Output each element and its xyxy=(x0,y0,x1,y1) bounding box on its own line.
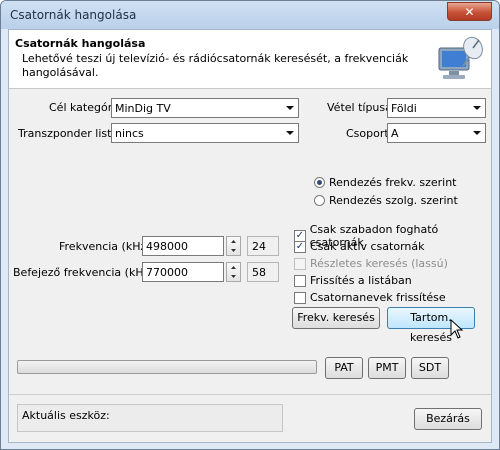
end-frequency-label: Befejező frekvencia (kHz) xyxy=(13,266,154,279)
scan-progress-bar xyxy=(17,360,317,374)
radio-indicator xyxy=(314,177,325,188)
transponder-select[interactable]: nincs xyxy=(111,123,299,143)
transponder-value: nincs xyxy=(115,127,144,140)
frequency-input[interactable]: 498000 xyxy=(142,236,224,256)
title-bar[interactable]: Csatornák hangolása ✕ xyxy=(1,1,499,29)
chevron-down-icon xyxy=(286,131,294,135)
end-frequency-input[interactable]: 770000 xyxy=(142,262,224,282)
group-select[interactable]: A xyxy=(387,123,486,143)
arrow-up-icon[interactable] xyxy=(227,263,240,272)
refresh-in-list-label: Frissítés a listában xyxy=(310,274,412,287)
sort-by-frequency-radio[interactable]: Rendezés frekv. szerint xyxy=(314,176,456,189)
frequency-label: Frekvencia (kHz) xyxy=(59,240,151,253)
group-value: A xyxy=(391,127,399,140)
frequency-stepper[interactable] xyxy=(226,236,241,256)
end-frequency-channel: 58 xyxy=(252,266,266,279)
active-channels-only-checkbox[interactable]: ✓ Csak aktív csatornák xyxy=(294,240,424,253)
sdt-button[interactable]: SDT xyxy=(411,357,449,379)
radio-indicator xyxy=(314,195,325,206)
reception-type-label: Vétel típusa xyxy=(327,101,392,114)
target-category-select[interactable]: MinDig TV xyxy=(111,98,299,118)
divider xyxy=(9,394,491,395)
sort-by-service-label: Rendezés szolg. szerint xyxy=(329,194,458,207)
computer-dish-icon xyxy=(438,36,483,79)
frequency-channel-box: 24 xyxy=(247,236,279,256)
checkbox-indicator xyxy=(294,257,306,270)
refresh-in-list-checkbox[interactable]: Frissítés a listában xyxy=(294,274,412,287)
frequency-channel: 24 xyxy=(252,240,266,253)
dialog-body: Csatornák hangolása Lehetővé teszi új te… xyxy=(8,29,492,443)
group-label: Csoport xyxy=(346,127,389,140)
frequency-search-button[interactable]: Frekv. keresés xyxy=(292,307,380,329)
arrow-down-icon[interactable] xyxy=(227,246,240,255)
detailed-search-checkbox[interactable]: Részletes keresés (lassú) xyxy=(294,257,448,270)
arrow-down-icon[interactable] xyxy=(227,272,240,281)
detailed-search-label: Részletes keresés (lassú) xyxy=(310,257,448,270)
refresh-channel-names-label: Csatornanevek frissítése xyxy=(310,291,446,304)
current-device-label: Aktuális eszköz: xyxy=(22,409,110,422)
end-frequency-value: 770000 xyxy=(146,266,188,279)
chevron-down-icon xyxy=(473,106,481,110)
pat-button[interactable]: PAT xyxy=(325,357,363,379)
header-panel: Csatornák hangolása Lehetővé teszi új te… xyxy=(9,30,491,89)
checkbox-indicator: ✓ xyxy=(294,240,306,253)
transponder-label: Transzponder lista xyxy=(18,127,119,140)
close-icon: ✕ xyxy=(464,5,475,19)
sort-by-frequency-label: Rendezés frekv. szerint xyxy=(329,176,457,189)
end-frequency-stepper[interactable] xyxy=(226,262,241,282)
pmt-button[interactable]: PMT xyxy=(368,357,406,379)
active-channels-only-label: Csak aktív csatornák xyxy=(310,240,425,253)
mouse-cursor-icon xyxy=(450,319,464,339)
target-category-value: MinDig TV xyxy=(115,102,171,115)
close-button[interactable]: Bezárás xyxy=(414,408,482,430)
reception-type-select[interactable]: Földi xyxy=(387,98,486,118)
refresh-channel-names-checkbox[interactable]: Csatornanevek frissítése xyxy=(294,291,446,304)
window-title: Csatornák hangolása xyxy=(10,8,137,22)
chevron-down-icon xyxy=(473,131,481,135)
close-window-button[interactable]: ✕ xyxy=(447,2,492,21)
chevron-down-icon xyxy=(286,106,294,110)
reception-type-value: Földi xyxy=(391,102,417,115)
dialog-window: Csatornák hangolása ✕ Csatornák hangolás… xyxy=(0,0,500,450)
checkbox-indicator xyxy=(294,291,306,304)
sort-by-service-radio[interactable]: Rendezés szolg. szerint xyxy=(314,194,458,207)
frequency-value: 498000 xyxy=(146,240,188,253)
header-description: Lehetővé teszi új televízió- és rádiócsa… xyxy=(22,52,409,79)
header-title: Csatornák hangolása xyxy=(15,37,146,50)
end-frequency-channel-box: 58 xyxy=(247,262,279,282)
current-device-panel: Aktuális eszköz: xyxy=(17,404,283,432)
arrow-up-icon[interactable] xyxy=(227,237,240,246)
checkbox-indicator xyxy=(294,274,306,287)
